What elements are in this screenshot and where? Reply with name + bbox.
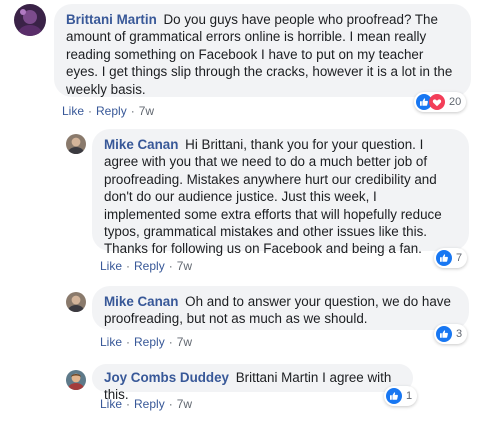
comment-actions: Like · Reply · 7w bbox=[62, 104, 154, 118]
like-icon bbox=[436, 250, 452, 266]
reaction-count: 1 bbox=[406, 390, 413, 402]
comment-actions: Like · Reply · 7w bbox=[100, 259, 192, 273]
separator: · bbox=[168, 397, 173, 411]
reply-link[interactable]: Reply bbox=[134, 397, 165, 411]
reaction-summary[interactable]: 7 bbox=[434, 248, 468, 268]
separator: · bbox=[126, 259, 131, 273]
avatar[interactable] bbox=[66, 292, 86, 312]
reaction-count: 20 bbox=[449, 96, 462, 108]
comment-bubble: Mike Canan Oh and to answer your questio… bbox=[92, 286, 469, 330]
comment-bubble: Joy Combs Duddey Brittani Martin I agree… bbox=[92, 364, 413, 402]
comment-actions: Like · Reply · 7w bbox=[100, 397, 192, 411]
separator: · bbox=[130, 104, 135, 118]
comment-bubble: Brittani Martin Do you guys have people … bbox=[54, 4, 471, 97]
reply-link[interactable]: Reply bbox=[134, 335, 165, 349]
avatar[interactable] bbox=[66, 370, 86, 390]
reaction-summary[interactable]: 1 bbox=[384, 386, 418, 406]
comment-bubble: Mike Canan Hi Brittani, thank you for yo… bbox=[92, 129, 469, 256]
timestamp[interactable]: 7w bbox=[177, 259, 192, 273]
like-link[interactable]: Like bbox=[62, 104, 84, 118]
reply-link[interactable]: Reply bbox=[134, 259, 165, 273]
reaction-count: 3 bbox=[456, 328, 463, 340]
timestamp[interactable]: 7w bbox=[177, 397, 192, 411]
reaction-summary[interactable]: 20 bbox=[414, 92, 467, 112]
separator: · bbox=[126, 335, 131, 349]
reply-link[interactable]: Reply bbox=[96, 104, 127, 118]
like-link[interactable]: Like bbox=[100, 259, 122, 273]
like-icon bbox=[386, 388, 402, 404]
comment-author[interactable]: Mike Canan bbox=[104, 137, 178, 152]
avatar[interactable] bbox=[66, 134, 86, 154]
separator: · bbox=[126, 397, 131, 411]
timestamp[interactable]: 7w bbox=[177, 335, 192, 349]
comment-text: Hi Brittani, thank you for your question… bbox=[104, 137, 442, 257]
comment-author[interactable]: Mike Canan bbox=[104, 294, 178, 309]
avatar[interactable] bbox=[14, 4, 46, 36]
like-icon bbox=[436, 326, 452, 342]
comment-author[interactable]: Joy Combs Duddey bbox=[104, 370, 229, 385]
separator: · bbox=[168, 335, 173, 349]
like-link[interactable]: Like bbox=[100, 397, 122, 411]
like-link[interactable]: Like bbox=[100, 335, 122, 349]
reaction-summary[interactable]: 3 bbox=[434, 324, 468, 344]
comment-actions: Like · Reply · 7w bbox=[100, 335, 192, 349]
reaction-count: 7 bbox=[456, 252, 463, 264]
love-icon bbox=[429, 94, 445, 110]
comment-author[interactable]: Brittani Martin bbox=[66, 12, 157, 27]
separator: · bbox=[88, 104, 93, 118]
separator: · bbox=[168, 259, 173, 273]
timestamp[interactable]: 7w bbox=[139, 104, 154, 118]
